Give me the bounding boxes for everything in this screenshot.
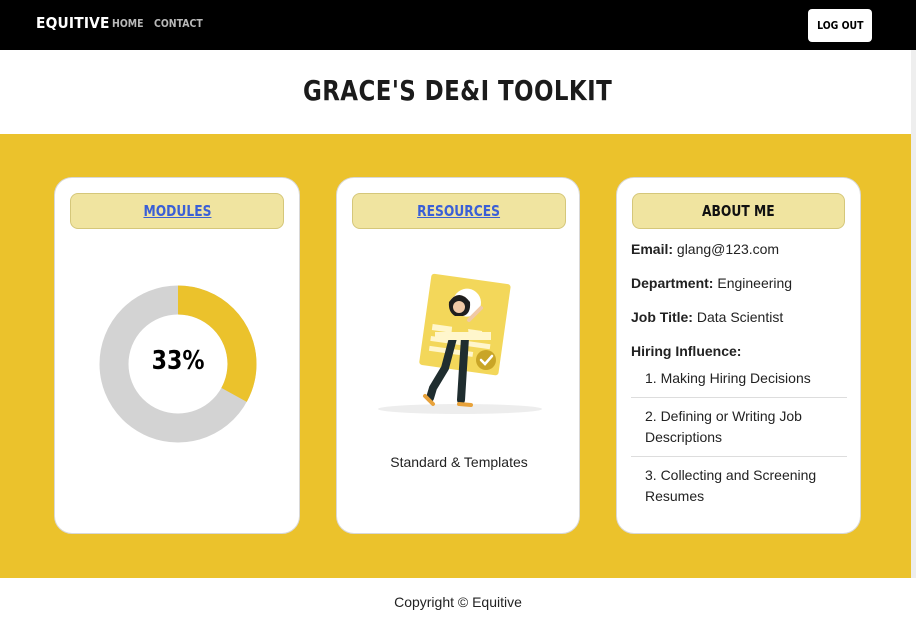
modules-link[interactable]: MODULES xyxy=(143,202,211,220)
hiring-influence-list: 1. Making Hiring Decisions 2. Defining o… xyxy=(631,368,847,515)
modules-card-header: MODULES xyxy=(70,193,284,229)
department-row: Department: Engineering xyxy=(631,274,847,292)
progress-percent-text: 33% xyxy=(151,346,205,376)
progress-percent-label: 33% xyxy=(99,346,257,376)
list-item: 3. Collecting and Screening Resumes xyxy=(645,467,817,504)
hiring-influence-label: Hiring Influence: xyxy=(631,343,742,359)
top-navbar: EQUITIVE HOME CONTACT LOG OUT xyxy=(0,0,916,50)
resource-item-label[interactable]: Standard & Templates xyxy=(337,454,581,470)
department-value: Engineering xyxy=(717,275,793,291)
logout-button[interactable]: LOG OUT xyxy=(808,9,872,42)
about-me-card-header: ABOUT ME xyxy=(632,193,845,229)
resources-link[interactable]: RESOURCES xyxy=(418,202,501,220)
scrollbar-track[interactable] xyxy=(911,50,916,578)
department-label: Department: xyxy=(631,275,714,291)
list-item: 2. Defining or Writing Job Descriptions xyxy=(631,406,847,457)
job-title-value: Data Scientist xyxy=(696,309,784,325)
job-title-label: Job Title: xyxy=(631,309,693,325)
page-title-text: GRACE'S DE&I TOOLKIT xyxy=(303,74,613,107)
email-value: glang@123.com xyxy=(676,241,780,257)
list-item: 1. Making Hiring Decisions xyxy=(631,368,847,398)
modules-card: MODULES 33% xyxy=(54,177,300,534)
resume-illustration-icon[interactable] xyxy=(375,268,545,418)
email-label: Email: xyxy=(631,241,674,257)
about-me-heading: ABOUT ME xyxy=(702,202,775,220)
logout-button-label: LOG OUT xyxy=(816,19,864,32)
resources-card-header: RESOURCES xyxy=(352,193,566,229)
footer-copyright: Copyright © Equitive xyxy=(394,594,522,610)
job-title-row: Job Title: Data Scientist xyxy=(631,308,847,326)
nav-link-home[interactable]: HOME xyxy=(112,17,143,30)
brand-logo[interactable]: EQUITIVE xyxy=(36,14,110,32)
about-me-details: Email: glang@123.com Department: Enginee… xyxy=(631,240,847,523)
about-me-card: ABOUT ME Email: glang@123.com Department… xyxy=(616,177,861,534)
email-row: Email: glang@123.com xyxy=(631,240,847,258)
resources-card: RESOURCES Standard & Templates xyxy=(336,177,580,534)
page-title: GRACE'S DE&I TOOLKIT xyxy=(0,74,916,107)
nav-link-contact[interactable]: CONTACT xyxy=(154,17,203,30)
